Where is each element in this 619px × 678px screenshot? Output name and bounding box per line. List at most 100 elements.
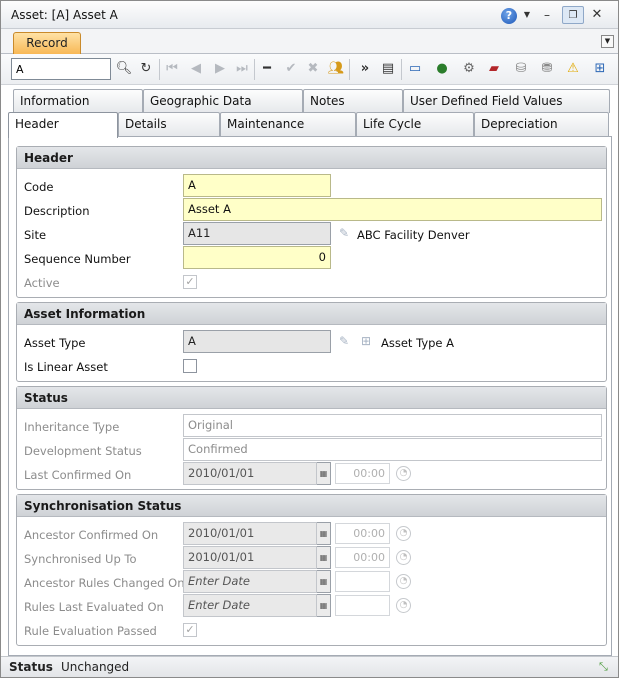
inheritance-type-field[interactable]: Original: [183, 414, 602, 437]
description-label: Description: [24, 204, 90, 218]
ancestor-confirmed-time-field[interactable]: 00:00: [335, 523, 390, 544]
close-icon[interactable]: ✕: [589, 6, 605, 24]
active-checkbox[interactable]: ✓: [183, 275, 197, 289]
sequence-number-label: Sequence Number: [24, 252, 131, 266]
tabs-row-2: Header Details Maintenance Life Cycle De…: [8, 112, 612, 138]
clock-icon[interactable]: ◔: [396, 598, 411, 613]
synchronisation-status-section: Synchronisation Status Ancestor Confirme…: [16, 494, 607, 646]
users-icon[interactable]: 👥︎: [327, 60, 345, 78]
status-label: Status: [9, 660, 53, 674]
tab-information[interactable]: Information: [13, 89, 143, 113]
last-record-icon[interactable]: ⏭: [233, 60, 251, 78]
ancestor-rules-changed-time-field[interactable]: [335, 571, 390, 592]
more-icon[interactable]: »: [356, 60, 374, 78]
section-title: Asset Information: [17, 303, 606, 325]
warning-icon[interactable]: ⚠: [564, 60, 582, 78]
rule-evaluation-passed-checkbox[interactable]: ✓: [183, 623, 197, 637]
section-title: Synchronisation Status: [17, 495, 606, 517]
books-icon[interactable]: ▰: [485, 60, 503, 78]
rules-last-evaluated-time-field[interactable]: [335, 595, 390, 616]
ribbon-tabstrip: Record ▼: [1, 29, 618, 55]
gear-icon[interactable]: ⚙: [460, 60, 478, 78]
rules-last-evaluated-date-field[interactable]: Enter Date: [183, 594, 317, 617]
save-icon[interactable]: ✔: [282, 60, 300, 78]
ancestor-rules-changed-date-field[interactable]: Enter Date: [183, 570, 317, 593]
ancestor-confirmed-label: Ancestor Confirmed On: [24, 528, 159, 542]
tab-header[interactable]: Header: [8, 112, 118, 138]
calendar-icon[interactable]: ▦: [317, 462, 331, 485]
record-tab[interactable]: Record: [13, 32, 81, 55]
synchronised-up-to-date-field[interactable]: 2010/01/01: [183, 546, 317, 569]
calendar-icon[interactable]: ▦: [317, 570, 331, 593]
tabs-row-1: Information Geographic Data Notes User D…: [8, 89, 612, 113]
first-record-icon[interactable]: ⏮: [163, 60, 181, 78]
last-confirmed-time-field[interactable]: 00:00: [335, 463, 390, 484]
clock-icon[interactable]: ◔: [396, 526, 411, 541]
toolbar-separator: [159, 59, 160, 80]
toolbar: 🔍︎ ↻ ⏮ ◀ ▶ ⏭ ━ ✔ ✖ 👥︎ » ▤ ▭ ● ⚙ ▰ ⛁ ⛃ ⚠ …: [1, 54, 618, 85]
tab-depreciation[interactable]: Depreciation: [474, 112, 609, 136]
asset-type-description: Asset Type A: [381, 336, 455, 350]
delete-icon[interactable]: ━: [258, 60, 276, 78]
list-icon[interactable]: ▤: [379, 60, 397, 78]
window-title: Asset: [A] Asset A: [11, 8, 118, 22]
tab-user-defined-field-values[interactable]: User Defined Field Values: [403, 89, 610, 113]
last-confirmed-date-field[interactable]: 2010/01/01: [183, 462, 317, 485]
ancestor-rules-changed-label: Ancestor Rules Changed On: [24, 576, 185, 590]
help-dropdown-icon[interactable]: ▼: [522, 6, 532, 24]
sequence-number-field[interactable]: 0: [183, 246, 331, 269]
last-confirmed-label: Last Confirmed On: [24, 468, 132, 482]
lookup-icon[interactable]: ✎: [335, 224, 353, 242]
help-icon[interactable]: ?: [501, 8, 517, 24]
is-linear-asset-checkbox[interactable]: [183, 359, 197, 373]
previous-record-icon[interactable]: ◀: [187, 60, 205, 78]
status-section: Status Inheritance Type Original Develop…: [16, 386, 607, 490]
development-status-field[interactable]: Confirmed: [183, 438, 602, 461]
database-icon[interactable]: ⛃: [538, 60, 556, 78]
calendar-icon[interactable]: ▦: [317, 522, 331, 545]
clock-icon[interactable]: ◔: [396, 466, 411, 481]
site-field[interactable]: A11: [183, 222, 331, 245]
database-add-icon[interactable]: ⛁: [512, 60, 530, 78]
tab-details[interactable]: Details: [118, 112, 220, 136]
synchronised-up-to-time-field[interactable]: 00:00: [335, 547, 390, 568]
tree-icon[interactable]: ⊞: [591, 60, 609, 78]
window-icon[interactable]: ▭: [406, 60, 424, 78]
ancestor-confirmed-date-field[interactable]: 2010/01/01: [183, 522, 317, 545]
search-icon[interactable]: 🔍︎: [115, 60, 133, 78]
development-status-label: Development Status: [24, 444, 142, 458]
tab-geographic-data[interactable]: Geographic Data: [143, 89, 303, 113]
tab-maintenance[interactable]: Maintenance: [220, 112, 356, 136]
next-record-icon[interactable]: ▶: [211, 60, 229, 78]
resize-grip-icon[interactable]: ⤡: [599, 660, 613, 674]
clock-icon[interactable]: ◔: [396, 550, 411, 565]
tab-life-cycle[interactable]: Life Cycle: [356, 112, 474, 136]
tree-icon[interactable]: ⊞: [357, 332, 375, 350]
section-title: Status: [17, 387, 606, 409]
section-title: Header: [17, 147, 606, 169]
refresh-icon[interactable]: ↻: [137, 60, 155, 78]
calendar-icon[interactable]: ▦: [317, 546, 331, 569]
clock-icon[interactable]: ◔: [396, 574, 411, 589]
toolbar-separator: [401, 59, 402, 80]
calendar-icon[interactable]: ▦: [317, 594, 331, 617]
tab-notes[interactable]: Notes: [303, 89, 403, 113]
description-field[interactable]: Asset A: [183, 198, 602, 221]
lookup-icon[interactable]: ✎: [335, 332, 353, 350]
status-bar: Status Unchanged ⤡: [1, 656, 618, 677]
site-description: ABC Facility Denver: [357, 228, 470, 242]
title-bar: Asset: [A] Asset A ? ▼ – ❐ ✕: [1, 1, 618, 29]
code-field[interactable]: A: [183, 174, 331, 197]
asset-window: Asset: [A] Asset A ? ▼ – ❐ ✕ Record ▼ 🔍︎…: [0, 0, 619, 678]
synchronised-up-to-label: Synchronised Up To: [24, 552, 137, 566]
restore-icon[interactable]: ❐: [562, 6, 584, 24]
search-input[interactable]: [11, 58, 111, 80]
minimize-icon[interactable]: –: [539, 6, 555, 24]
cancel-icon[interactable]: ✖: [304, 60, 322, 78]
globe-icon[interactable]: ●: [433, 60, 451, 78]
asset-type-field[interactable]: A: [183, 330, 331, 353]
ribbon-dropdown-icon[interactable]: ▼: [601, 35, 614, 48]
asset-type-label: Asset Type: [24, 336, 86, 350]
content-panel: Header Code A Description Asset A Site A…: [8, 136, 612, 656]
status-value: Unchanged: [61, 660, 130, 674]
